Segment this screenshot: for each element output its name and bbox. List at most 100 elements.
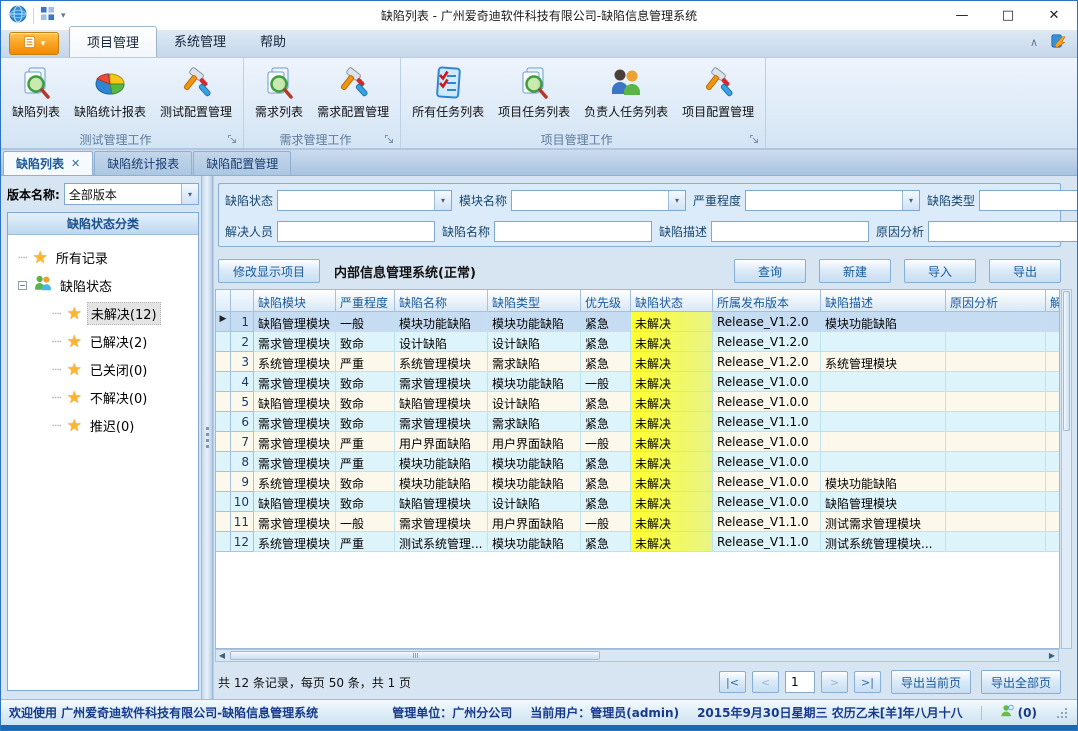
table-row[interactable]: 5缺陷管理模块致命缺陷管理模块设计缺陷紧急未解决Release_V1.0.0 <box>216 392 1060 412</box>
ribbon-tab[interactable]: 项目管理 <box>69 26 157 57</box>
filter-combobox[interactable]: ▾ <box>277 190 452 211</box>
ribbon-button[interactable]: 缺陷统计报表 <box>67 61 153 122</box>
scroll-left-arrow[interactable]: ◀ <box>216 651 228 660</box>
table-row[interactable]: ▶1缺陷管理模块一般模块功能缺陷模块功能缺陷紧急未解决Release_V1.2.… <box>216 312 1060 332</box>
document-tab[interactable]: 缺陷统计报表 <box>94 151 192 175</box>
table-row[interactable]: 3系统管理模块严重系统管理模块需求缺陷紧急未解决Release_V1.2.0系统… <box>216 352 1060 372</box>
dialog-launcher-icon[interactable] <box>383 134 394 145</box>
filter-value[interactable] <box>278 222 434 241</box>
table-row[interactable]: 4需求管理模块致命需求管理模块模块功能缺陷一般未解决Release_V1.0.0 <box>216 372 1060 392</box>
import-button[interactable]: 导入 <box>904 259 976 283</box>
column-header[interactable]: 缺陷名称 <box>395 290 488 312</box>
prev-page-button[interactable]: < <box>752 671 779 693</box>
search-button[interactable]: 查询 <box>734 259 806 283</box>
tree-expander[interactable]: − <box>18 281 27 290</box>
document-tab[interactable]: 缺陷配置管理 <box>193 151 291 175</box>
chevron-down-icon[interactable]: ▾ <box>668 191 685 210</box>
table-row[interactable]: 9系统管理模块致命模块功能缺陷模块功能缺陷紧急未解决Release_V1.0.0… <box>216 472 1060 492</box>
next-page-button[interactable]: > <box>821 671 848 693</box>
column-header[interactable]: 原因分析 <box>946 290 1046 312</box>
chevron-down-icon[interactable]: ▾ <box>61 11 66 21</box>
horizontal-scrollbar[interactable]: ◀ ▶ <box>215 649 1059 662</box>
tree-item[interactable]: −缺陷状态 <box>18 271 198 299</box>
filter-value[interactable] <box>929 222 1078 241</box>
column-header[interactable]: 缺陷状态 <box>631 290 713 312</box>
filter-value[interactable] <box>980 191 1078 210</box>
ribbon-button[interactable]: 需求配置管理 <box>310 61 396 122</box>
ribbon-button[interactable]: 缺陷列表 <box>5 61 67 122</box>
scrollbar-thumb[interactable] <box>1063 291 1070 431</box>
ribbon-button[interactable]: 项目配置管理 <box>675 61 761 122</box>
ribbon-tab[interactable]: 系统管理 <box>157 26 243 57</box>
ribbon-button[interactable]: 项目任务列表 <box>491 61 577 122</box>
window-views-icon[interactable] <box>40 6 55 25</box>
table-row[interactable]: 12系统管理模块严重测试系统管理...模块功能缺陷紧急未解决Release_V1… <box>216 532 1060 552</box>
column-header[interactable]: 所属发布版本 <box>713 290 821 312</box>
collapse-ribbon-icon[interactable]: ∧ <box>1030 37 1038 48</box>
dialog-launcher-icon[interactable] <box>226 134 237 145</box>
column-header[interactable]: 优先级 <box>581 290 631 312</box>
vertical-scrollbar[interactable] <box>1061 289 1072 649</box>
version-combobox[interactable]: 全部版本 ▾ <box>64 183 199 205</box>
page-number-input[interactable] <box>785 671 815 693</box>
person-icon[interactable] <box>1000 704 1014 721</box>
filter-combobox[interactable]: ▾ <box>979 190 1078 211</box>
last-page-button[interactable]: >| <box>854 671 881 693</box>
scroll-right-arrow[interactable]: ▶ <box>1046 651 1058 660</box>
tree-item[interactable]: ┈★不解决(0) <box>52 383 198 411</box>
filter-input[interactable] <box>277 221 435 242</box>
table-row[interactable]: 7需求管理模块严重用户界面缺陷用户界面缺陷一般未解决Release_V1.0.0 <box>216 432 1060 452</box>
filter-input[interactable] <box>494 221 652 242</box>
ribbon-button[interactable]: 负责人任务列表 <box>577 61 675 122</box>
ribbon-button[interactable]: 所有任务列表 <box>405 61 491 122</box>
document-tab[interactable]: 缺陷列表✕ <box>3 151 93 175</box>
minimize-button[interactable]: — <box>939 1 985 30</box>
dialog-launcher-icon[interactable] <box>748 134 759 145</box>
tree-item[interactable]: ┈★已关闭(0) <box>52 355 198 383</box>
table-row[interactable]: 8需求管理模块严重模块功能缺陷模块功能缺陷紧急未解决Release_V1.0.0 <box>216 452 1060 472</box>
maximize-button[interactable]: □ <box>985 1 1031 30</box>
globe-icon[interactable] <box>9 5 27 27</box>
chevron-down-icon[interactable]: ▾ <box>434 191 451 210</box>
export-current-page-button[interactable]: 导出当前页 <box>891 670 971 694</box>
column-header[interactable]: 缺陷模块 <box>254 290 336 312</box>
table-row[interactable]: 2需求管理模块致命设计缺陷设计缺陷紧急未解决Release_V1.2.0 <box>216 332 1060 352</box>
table-row[interactable]: 11需求管理模块一般需求管理模块用户界面缺陷一般未解决Release_V1.1.… <box>216 512 1060 532</box>
filter-value[interactable] <box>495 222 651 241</box>
filter-combobox[interactable]: ▾ <box>745 190 920 211</box>
export-button[interactable]: 导出 <box>989 259 1061 283</box>
close-icon[interactable]: ✕ <box>71 157 80 170</box>
ribbon-button[interactable]: 需求列表 <box>248 61 310 122</box>
filter-value[interactable] <box>746 191 902 210</box>
chevron-down-icon[interactable]: ▾ <box>902 191 919 210</box>
new-button[interactable]: 新建 <box>819 259 891 283</box>
column-header[interactable]: 缺陷描述 <box>821 290 946 312</box>
export-all-pages-button[interactable]: 导出全部页 <box>981 670 1061 694</box>
filter-value[interactable] <box>278 191 434 210</box>
resize-grip[interactable] <box>1057 708 1067 718</box>
tree-item[interactable]: ┈★所有记录 <box>18 243 198 271</box>
tree-item[interactable]: ┈★推迟(0) <box>52 411 198 439</box>
filter-value[interactable] <box>712 222 868 241</box>
column-header[interactable]: 缺陷类型 <box>488 290 581 312</box>
filter-combobox[interactable]: ▾ <box>511 190 686 211</box>
close-button[interactable]: ✕ <box>1031 1 1077 30</box>
chevron-down-icon[interactable]: ▾ <box>181 184 198 204</box>
app-menu-button[interactable]: ▾ <box>9 32 59 55</box>
ribbon-button[interactable]: 测试配置管理 <box>153 61 239 122</box>
filter-value[interactable] <box>512 191 668 210</box>
column-header[interactable]: 解决方法 <box>1046 290 1060 312</box>
scrollbar-thumb[interactable] <box>230 651 600 660</box>
splitter[interactable] <box>201 176 213 699</box>
tree-item[interactable]: ┈★未解决(12) <box>52 299 198 327</box>
table-row[interactable]: 10缺陷管理模块致命缺陷管理模块设计缺陷紧急未解决Release_V1.0.0缺… <box>216 492 1060 512</box>
filter-input[interactable] <box>711 221 869 242</box>
column-header[interactable]: 严重程度 <box>336 290 395 312</box>
tree-item[interactable]: ┈★已解决(2) <box>52 327 198 355</box>
help-icon[interactable] <box>1050 32 1067 53</box>
filter-input[interactable] <box>928 221 1078 242</box>
ribbon-tab[interactable]: 帮助 <box>243 26 303 57</box>
table-row[interactable]: 6需求管理模块致命需求管理模块需求缺陷紧急未解决Release_V1.1.0 <box>216 412 1060 432</box>
first-page-button[interactable]: |< <box>719 671 746 693</box>
modify-columns-button[interactable]: 修改显示项目 <box>218 259 320 283</box>
